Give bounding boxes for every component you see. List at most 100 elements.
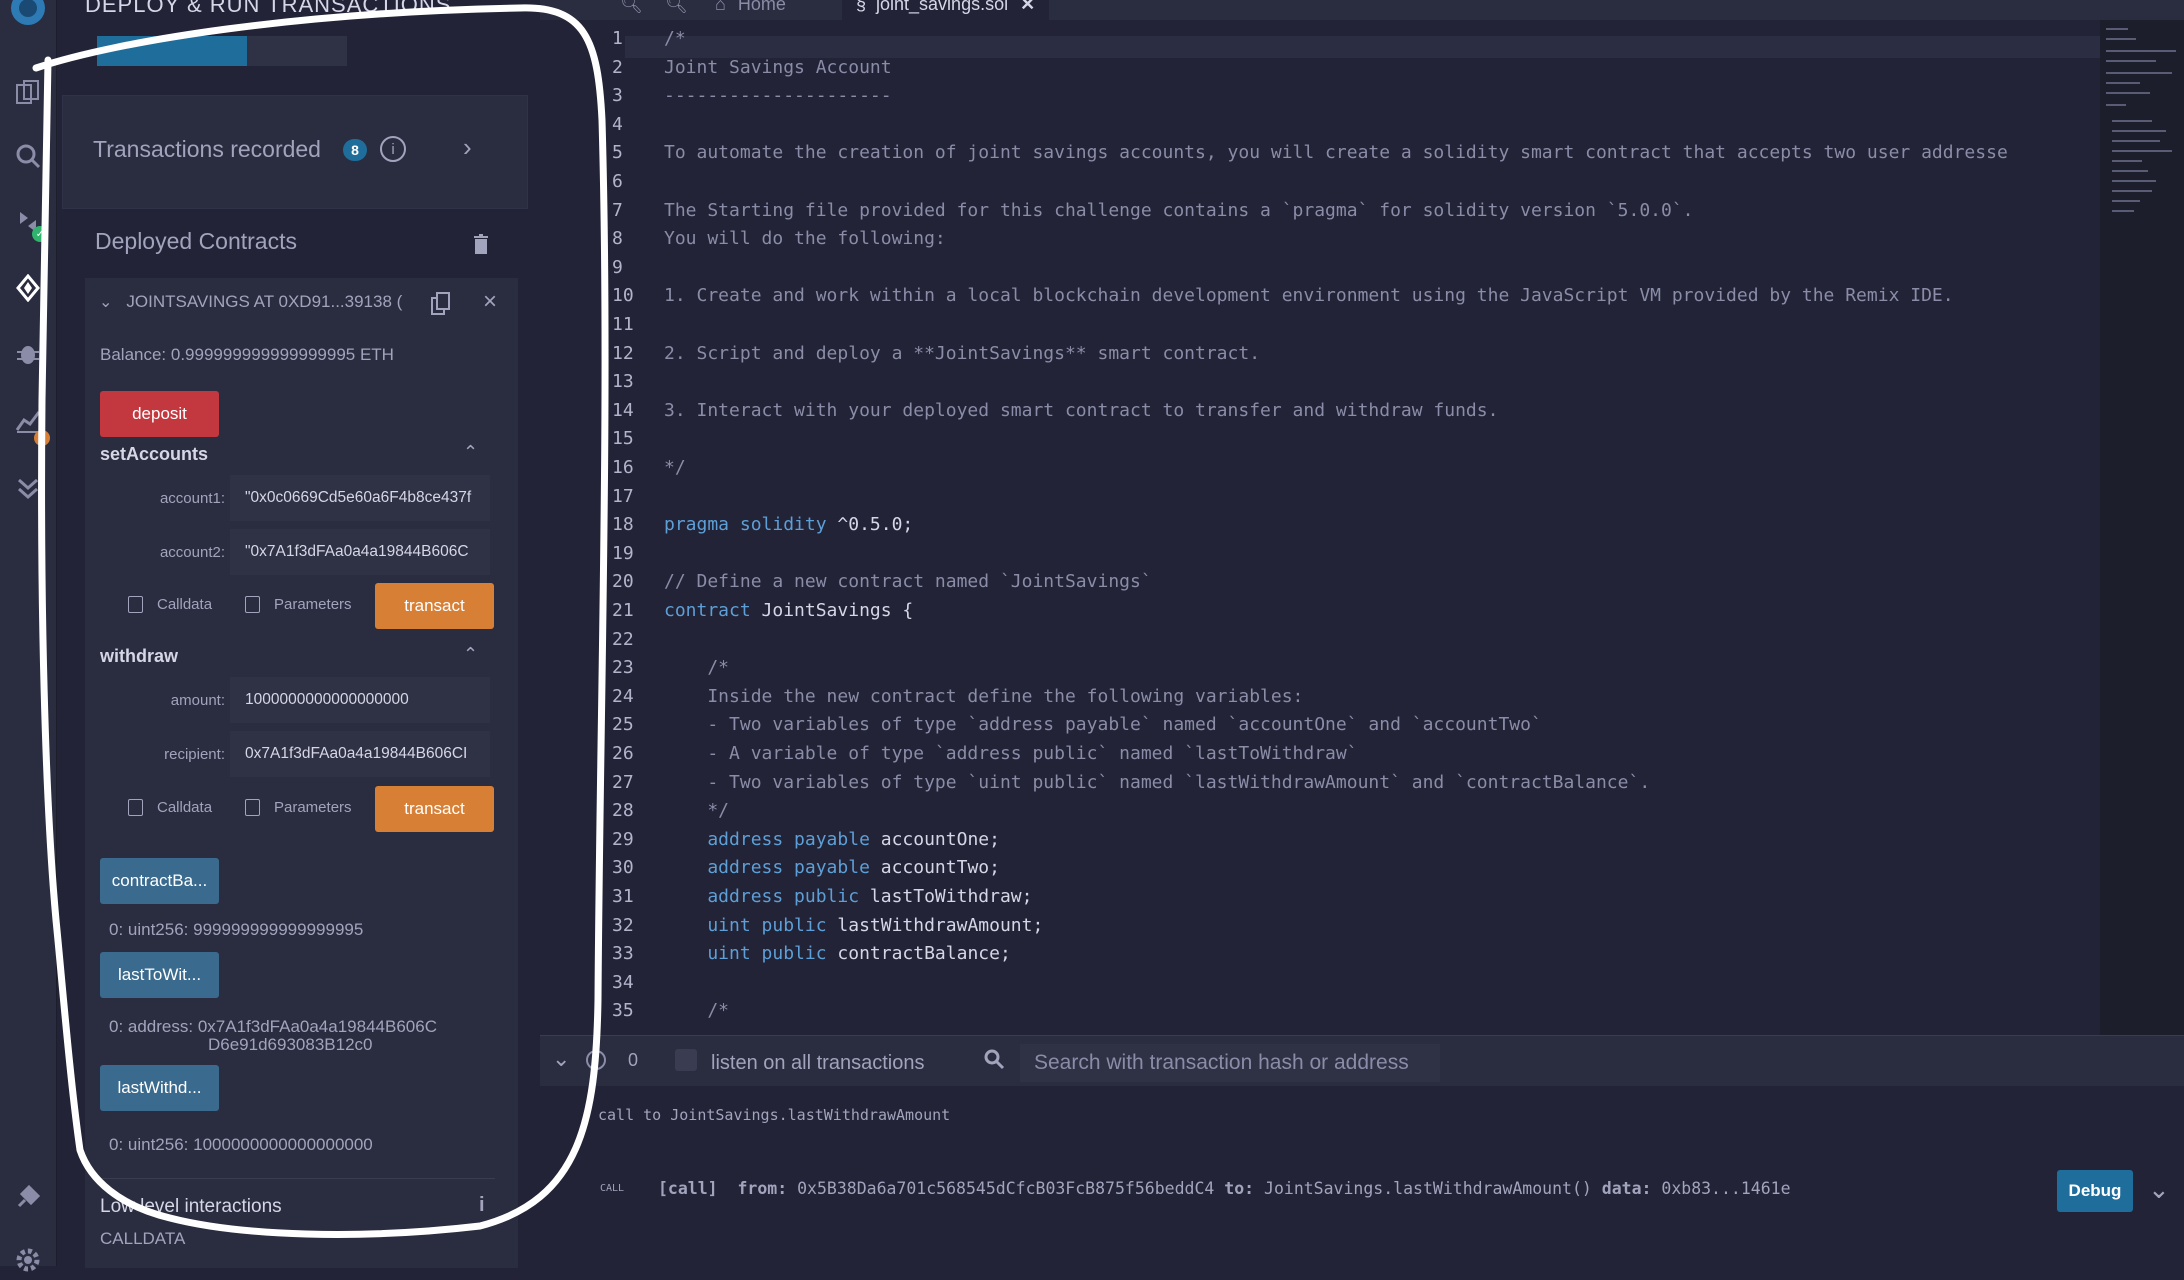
withdraw-transact-button[interactable]: transact: [375, 786, 494, 832]
lastwithdrawamount-button[interactable]: lastWithd...: [100, 1065, 219, 1111]
line-number: 6: [612, 171, 623, 192]
code-line: - A variable of type `address public` na…: [664, 743, 1357, 764]
amount-input[interactable]: 1000000000000000000: [230, 677, 490, 723]
to-label: to:: [1224, 1179, 1255, 1198]
code-text: lastToWithdraw;: [859, 886, 1033, 907]
code-text: /*: [664, 28, 686, 49]
withdraw-parameters-button[interactable]: Parameters: [245, 799, 352, 816]
transactions-recorded-section[interactable]: Transactions recorded 8 i ›: [62, 95, 528, 209]
clear-console-icon[interactable]: [586, 1050, 606, 1070]
code-line: uint public lastWithdrawAmount;: [664, 915, 1043, 936]
debugger-icon[interactable]: [8, 334, 48, 374]
code-minimap[interactable]: [2100, 20, 2184, 1035]
chevron-up-icon[interactable]: ⌃: [463, 644, 478, 665]
instance-header[interactable]: ⌄ JOINTSAVINGS AT 0XD91...39138 (: [99, 292, 402, 312]
from-label: from:: [737, 1179, 788, 1198]
line-number: 15: [612, 428, 634, 450]
settings-gear-icon[interactable]: [8, 1240, 48, 1280]
file-explorer-icon[interactable]: [8, 72, 48, 112]
withdraw-calldata-button[interactable]: Calldata: [128, 799, 212, 816]
lasttowithdraw-output-cont: D6e91d693083B12c0: [208, 1035, 373, 1054]
file-icon: §: [856, 0, 867, 14]
search-icon[interactable]: [983, 1048, 1005, 1075]
copy-icon: [245, 596, 260, 613]
chevron-right-icon[interactable]: ›: [463, 132, 472, 163]
contract-instance: ⌄ JOINTSAVINGS AT 0XD91...39138 ( × Bala…: [85, 278, 518, 1268]
calldata-label: Calldata: [157, 799, 213, 816]
zoom-icon[interactable]: 🔍︎: [665, 0, 688, 20]
code-line: 2. Script and deploy a **JointSavings** …: [664, 343, 1260, 364]
line-number: 28: [612, 800, 634, 822]
data-value: 0xb83...1461e: [1661, 1179, 1791, 1198]
current-line-highlight: [625, 36, 2100, 58]
line-number: 22: [612, 628, 634, 650]
plugin-manager-icon[interactable]: [8, 1177, 48, 1217]
code-text: ---------------------: [664, 85, 892, 107]
info-icon[interactable]: i: [380, 136, 406, 162]
account2-input[interactable]: "0x7A1f3dFAa0a4a19844B606C: [230, 529, 490, 575]
line-number: 30: [612, 857, 634, 879]
call-details[interactable]: [call] from: 0x5B38Da6a701c568545dCfcB03…: [658, 1179, 1791, 1198]
code-line: */: [664, 457, 686, 478]
account1-input[interactable]: "0x0c0669Cd5e60a6F4b8ce437f: [230, 475, 490, 521]
test-plugin-icon[interactable]: [8, 468, 48, 508]
code-editor[interactable]: 1 /* 2 Joint Savings Account 3 --------------…: [540, 20, 2100, 1035]
code-text: Joint Savings Account: [664, 56, 892, 78]
line-number: 13: [612, 371, 634, 393]
account-address-strip[interactable]: [97, 36, 347, 66]
code-keyword: address payable: [664, 857, 870, 879]
code-line: /*: [664, 657, 729, 678]
panel-title: DEPLOY & RUN TRANSACTIONS: [85, 0, 452, 17]
code-text: 2. Script and deploy a **JointSavings** …: [664, 342, 1261, 364]
code-line: You will do the following:: [664, 228, 946, 249]
info-icon[interactable]: i: [479, 1194, 485, 1217]
contractbalance-button[interactable]: contractBa...: [100, 858, 219, 904]
analysis-warning-badge: 4: [34, 430, 50, 446]
line-number: 8: [612, 228, 623, 250]
divider: [100, 1178, 495, 1179]
lasttowithdraw-button[interactable]: lastToWit...: [100, 952, 219, 998]
listen-checkbox[interactable]: [675, 1049, 697, 1071]
code-line: address payable accountTwo;: [664, 857, 1000, 878]
line-number: 24: [612, 685, 634, 707]
setaccounts-parameters-button[interactable]: Parameters: [245, 596, 352, 613]
code-text: // Define a new contract named `JointSav…: [664, 571, 1152, 593]
line-number: 20: [612, 571, 634, 593]
code-line: contract JointSavings {: [664, 600, 913, 621]
code-line: */: [664, 800, 729, 821]
account-selector[interactable]: [97, 36, 247, 66]
account1-label: account1:: [159, 490, 225, 507]
code-line: Joint Savings Account: [664, 57, 892, 78]
setaccounts-transact-button[interactable]: transact: [375, 583, 494, 629]
call-kind: [call]: [658, 1179, 718, 1198]
close-tab-icon[interactable]: ✕: [1020, 0, 1035, 15]
code-line: // Define a new contract named `JointSav…: [664, 571, 1152, 592]
line-number: 25: [612, 714, 634, 736]
remix-logo-icon[interactable]: [8, 0, 48, 28]
terminal-toolbar: ⌄ 0 listen on all transactions Search wi…: [540, 1035, 2184, 1091]
debug-button[interactable]: Debug: [2057, 1170, 2133, 1212]
line-number: 32: [612, 914, 634, 936]
collapse-terminal-icon[interactable]: ⌄: [552, 1046, 570, 1072]
lasttowithdraw-output: 0: address: 0x7A1f3dFAa0a4a19844B606C: [109, 1017, 437, 1036]
copy-icon[interactable]: [431, 292, 451, 316]
search-icon[interactable]: [8, 136, 48, 176]
tab-joint-savings[interactable]: § joint_savings.sol ✕: [842, 0, 1050, 20]
setaccounts-calldata-button[interactable]: Calldata: [128, 596, 212, 613]
code-keyword: address public: [664, 886, 860, 907]
chevron-down-icon[interactable]: ⌄: [2148, 1174, 2170, 1205]
line-number: 14: [612, 399, 634, 421]
trash-icon[interactable]: [473, 234, 489, 254]
chevron-up-icon[interactable]: ⌃: [463, 442, 478, 463]
compiler-success-badge: ✓: [32, 226, 48, 242]
tab-home[interactable]: ⌂ Home: [715, 0, 786, 20]
chevron-down-icon[interactable]: ⌄: [99, 292, 112, 312]
deploy-run-icon[interactable]: [8, 268, 48, 308]
code-line: To automate the creation of joint saving…: [664, 142, 2008, 163]
line-number: 35: [612, 1000, 634, 1022]
close-icon[interactable]: ×: [483, 288, 497, 316]
recipient-input[interactable]: 0x7A1f3dFAa0a4a19844B606CI: [230, 731, 490, 777]
transaction-search-input[interactable]: Search with transaction hash or address: [1020, 1044, 1440, 1082]
deposit-button[interactable]: deposit: [100, 391, 219, 437]
search-icon[interactable]: 🔍︎: [620, 0, 643, 20]
